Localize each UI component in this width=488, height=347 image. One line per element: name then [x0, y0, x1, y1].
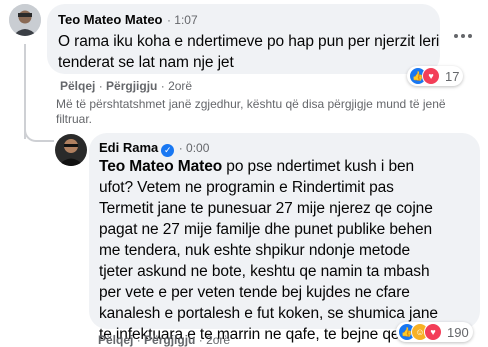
love-reaction-icon: ♥ [424, 323, 442, 341]
avatar-photo-icon [55, 134, 87, 166]
love-reaction-icon: ♥ [422, 67, 440, 85]
reply-age[interactable]: 2orë [206, 333, 230, 347]
reaction-summary[interactable]: 👍 ☺ ♥ 190 [396, 322, 473, 342]
reply-time[interactable]: 0:00 [186, 141, 209, 155]
reply-text-line: Teo Mateo Mateo po pse ndertimet kush i … [99, 156, 414, 177]
comment-text-line: O rama iku koha e ndertimeve po hap pun … [58, 33, 440, 50]
like-link[interactable]: Pëlqej [60, 79, 95, 93]
reply-text-line: ufot? Vetem ne programin e Rindertimit p… [99, 179, 394, 196]
reply-text-line: me tendera, nuk eshte shpikur ndonje met… [99, 242, 411, 259]
comment-bubble: Teo Mateo Mateo · 1:07 O rama iku koha e… [47, 4, 440, 74]
reply-text-fragment: po pse ndertimet kush i ben [222, 158, 415, 175]
avatar-photo-icon [9, 4, 41, 36]
reply-text-line: kanalesh e portalesh e fut koken, se shu… [99, 305, 438, 322]
comment-author[interactable]: Teo Mateo Mateo [58, 12, 163, 27]
filter-note: Më të përshtatshmet janë zgjedhur, kësht… [56, 97, 446, 127]
reply-link[interactable]: Përgjigju [144, 333, 195, 347]
reaction-count: 17 [445, 68, 460, 84]
like-link[interactable]: Pëlqej [98, 333, 133, 347]
filter-note-line: Më të përshtatshmet janë zgjedhur, kësht… [56, 97, 446, 111]
reply-actions: Pëlqej · Përgjigju · 2orë [98, 333, 231, 347]
reply-text-line: Termetit jane te punesuar 27 mije njerez… [99, 200, 433, 217]
thread-connector [24, 120, 54, 142]
reply-author[interactable]: Edi Rama [99, 140, 158, 155]
comment-actions: Pëlqej · Përgjigju · 2orë [60, 79, 193, 93]
reply-text-line: tjeter askund ne bote, keshtu qe namin t… [99, 263, 430, 280]
avatar-teo[interactable] [9, 4, 41, 36]
reply-bubble: Edi Rama ✓ · 0:00 Teo Mateo Mateo po pse … [89, 133, 480, 343]
avatar-edi-rama[interactable] [55, 134, 87, 166]
comment-text-line: tenderat se lat nam nje jet [58, 54, 234, 71]
mention-link[interactable]: Teo Mateo Mateo [99, 158, 222, 175]
reaction-count: 190 [447, 324, 469, 340]
reaction-summary[interactable]: 👍 ♥ 17 [407, 66, 464, 86]
filter-note-line: filtruar. [56, 112, 93, 126]
reply-text-line: per vete e per veten tende bej kujdes ne… [99, 284, 410, 301]
more-dots-icon[interactable] [451, 30, 475, 42]
comment-age[interactable]: 2orë [168, 79, 192, 93]
comment-time[interactable]: 1:07 [174, 13, 197, 27]
reply-link[interactable]: Përgjigju [106, 79, 157, 93]
reply-text-line: pagat ne 27 mije familje dhe punet publi… [99, 221, 432, 238]
